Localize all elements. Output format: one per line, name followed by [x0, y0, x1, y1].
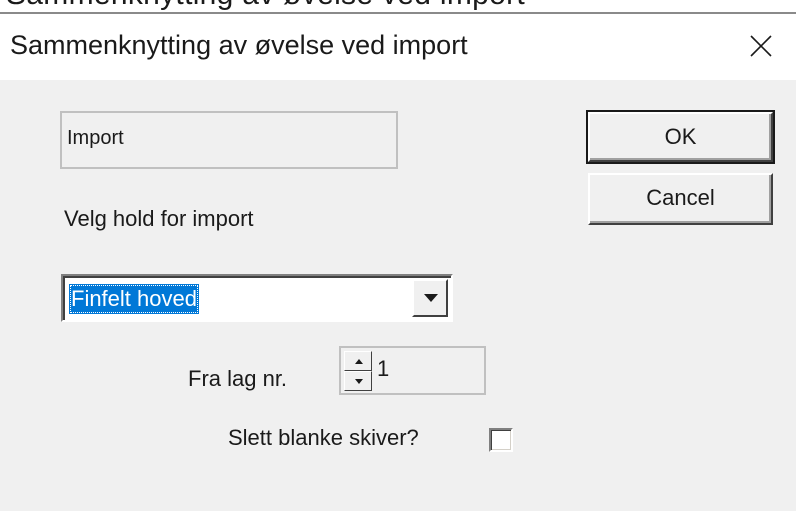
import-label: Import	[67, 127, 124, 149]
layer-number-value: 1	[377, 356, 390, 381]
select-team-prompt: Velg hold for import	[64, 206, 254, 231]
chevron-down-icon	[424, 294, 438, 302]
spin-up-icon	[355, 359, 363, 364]
cancel-button[interactable]: Cancel	[588, 173, 773, 225]
delete-blank-label: Slett blanke skiver?	[228, 425, 419, 450]
spin-buttons	[344, 351, 372, 391]
layer-number-stepper[interactable]: 1	[339, 346, 486, 395]
dialog-title: Sammenknytting av øvelse ved import	[10, 30, 468, 60]
import-dialog-window: Sammenknytting av øvelse ved import Samm…	[0, 0, 796, 511]
close-icon	[750, 35, 772, 57]
close-button[interactable]	[726, 14, 796, 80]
background-window-strip: Sammenknytting av øvelse ved import	[0, 0, 796, 14]
dialog-client-area: Import Velg hold for import Finfelt hove…	[0, 80, 796, 511]
spin-down-button[interactable]	[344, 371, 372, 391]
background-window-text: Sammenknytting av øvelse ved import	[6, 0, 525, 12]
spin-down-icon	[355, 379, 363, 384]
layer-number-label: Fra lag nr.	[188, 366, 288, 391]
ok-button[interactable]: OK	[586, 110, 775, 164]
title-bar[interactable]: Sammenknytting av øvelse ved import	[0, 14, 796, 80]
team-dropdown[interactable]: Finfelt hoved	[61, 274, 453, 322]
spin-up-button[interactable]	[344, 351, 372, 371]
team-dropdown-value: Finfelt hoved	[69, 284, 199, 314]
team-dropdown-button[interactable]	[412, 279, 448, 317]
import-groupbox: Import	[60, 111, 398, 169]
delete-blank-checkbox[interactable]	[489, 428, 513, 452]
